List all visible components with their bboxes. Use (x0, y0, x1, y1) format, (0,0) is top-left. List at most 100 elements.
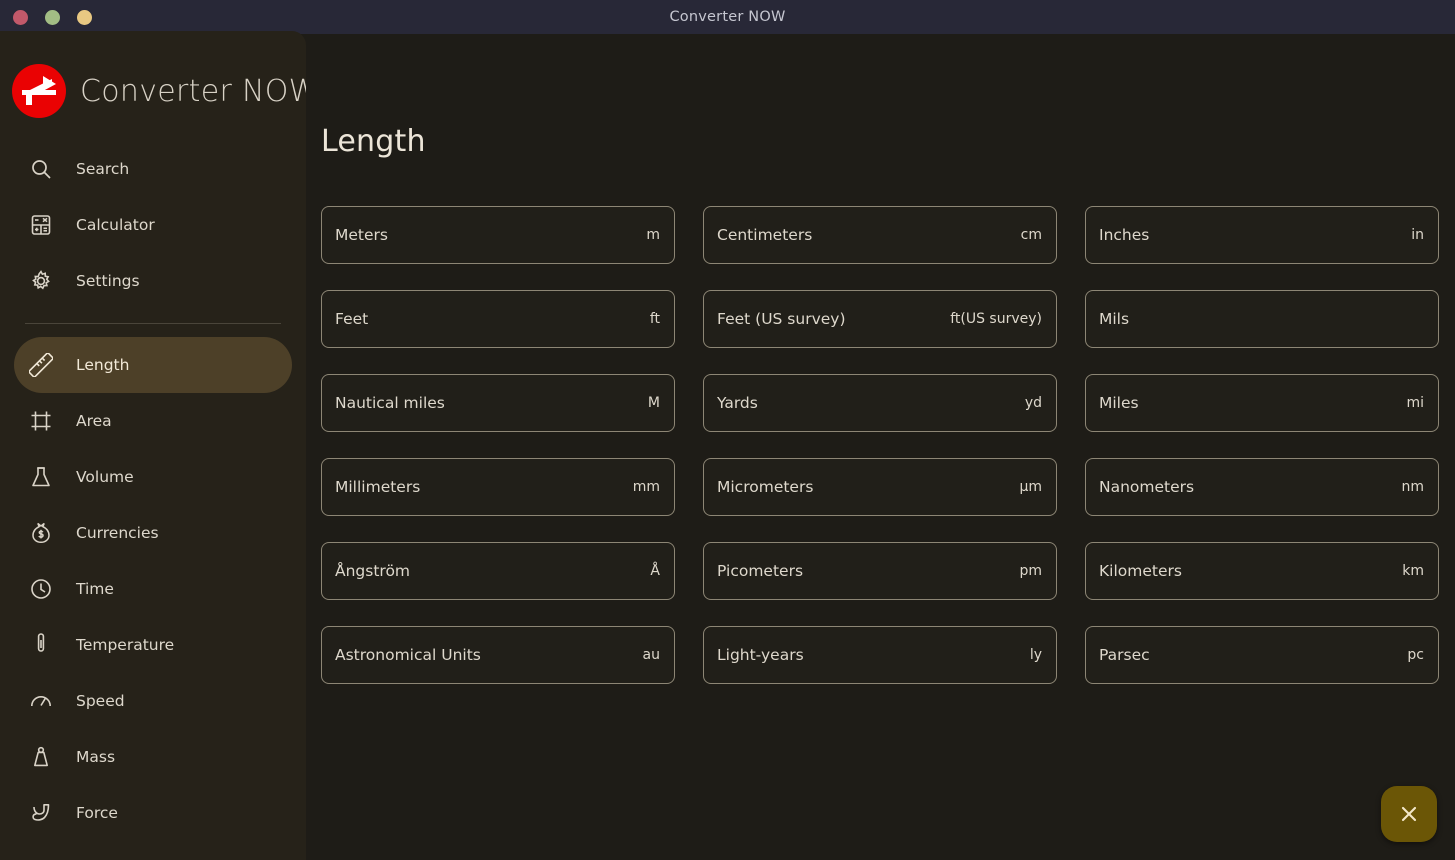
unit-symbol: km (1402, 563, 1424, 579)
sidebar-item-label: Volume (76, 468, 134, 486)
unit-name: Kilometers (1099, 562, 1182, 580)
unit-card-feet-us-survey[interactable]: Feet (US survey) ft(US survey) (703, 290, 1057, 348)
sidebar-divider (25, 323, 281, 324)
unit-name: Yards (717, 394, 758, 412)
sidebar-nav: Search Calculator Settings Length Area V… (0, 123, 306, 860)
sidebar-item-length[interactable]: Length (14, 337, 292, 393)
close-icon (1398, 803, 1420, 825)
unit-card-parsec[interactable]: Parsec pc (1085, 626, 1439, 684)
unit-card-centimeters[interactable]: Centimeters cm (703, 206, 1057, 264)
window-maximize-button[interactable] (77, 9, 92, 25)
unit-card-picometers[interactable]: Picometers pm (703, 542, 1057, 600)
unit-name: Parsec (1099, 646, 1150, 664)
flask-icon (28, 464, 54, 490)
unit-card-angstrom[interactable]: Ångström Å (321, 542, 675, 600)
brand-header: Converter NOW (0, 31, 306, 123)
sidebar-item-label: Calculator (76, 216, 155, 234)
unit-name: Meters (335, 226, 388, 244)
sidebar-item-settings[interactable]: Settings (14, 253, 292, 309)
sidebar-item-currencies[interactable]: Currencies (14, 505, 292, 561)
unit-card-light-years[interactable]: Light-years ly (703, 626, 1057, 684)
unit-symbol: yd (1024, 395, 1042, 411)
sidebar-item-label: Currencies (76, 524, 159, 542)
sidebar-item-label: Mass (76, 748, 116, 766)
unit-name: Ångström (335, 562, 411, 580)
unit-name: Feet (US survey) (717, 310, 846, 328)
unit-card-mils[interactable]: Mils (1085, 290, 1439, 348)
flexed-arm-icon (28, 800, 54, 826)
unit-card-feet[interactable]: Feet ft (321, 290, 675, 348)
unit-card-miles[interactable]: Miles mi (1085, 374, 1439, 432)
unit-card-micrometers[interactable]: Micrometers μm (703, 458, 1057, 516)
unit-card-millimeters[interactable]: Millimeters mm (321, 458, 675, 516)
application-window: Converter NOW Converter NOW Search Calcu… (0, 0, 1455, 860)
unit-symbol: μm (1019, 479, 1042, 495)
unit-symbol: Å (650, 563, 660, 579)
clear-all-button[interactable] (1381, 786, 1437, 842)
window-titlebar: Converter NOW (0, 0, 1455, 34)
speedometer-icon (28, 688, 54, 714)
window-close-button[interactable] (13, 9, 28, 25)
unit-name: Astronomical Units (335, 646, 481, 664)
unit-symbol: ft(US survey) (950, 311, 1042, 327)
window-controls (13, 0, 92, 34)
unit-symbol: pm (1019, 563, 1042, 579)
gear-icon (28, 268, 54, 294)
unit-card-yards[interactable]: Yards yd (703, 374, 1057, 432)
unit-name: Nanometers (1099, 478, 1195, 496)
unit-card-kilometers[interactable]: Kilometers km (1085, 542, 1439, 600)
sidebar-item-area[interactable]: Area (14, 393, 292, 449)
sidebar-item-temperature[interactable]: Temperature (14, 617, 292, 673)
sidebar-item-label: Length (76, 356, 130, 374)
sidebar-item-force[interactable]: Force (14, 785, 292, 841)
sidebar-item-search[interactable]: Search (14, 141, 292, 197)
unit-card-astronomical-units[interactable]: Astronomical Units au (321, 626, 675, 684)
unit-name: Feet (335, 310, 369, 328)
sidebar-item-time[interactable]: Time (14, 561, 292, 617)
sidebar: Converter NOW Search Calculator Settings… (0, 31, 306, 860)
sidebar-item-partial[interactable] (14, 841, 292, 860)
unit-name: Light-years (717, 646, 804, 664)
sidebar-item-label: Search (76, 160, 130, 178)
window-minimize-button[interactable] (45, 9, 60, 25)
sidebar-item-label: Settings (76, 272, 140, 290)
brand-name: Converter NOW (80, 73, 306, 109)
unit-symbol: ly (1029, 647, 1042, 663)
money-bag-icon (28, 520, 54, 546)
sidebar-item-calculator[interactable]: Calculator (14, 197, 292, 253)
unit-card-nanometers[interactable]: Nanometers nm (1085, 458, 1439, 516)
ruler-icon (28, 352, 54, 378)
unit-card-meters[interactable]: Meters m (321, 206, 675, 264)
unit-name: Micrometers (717, 478, 814, 496)
unit-symbol: in (1411, 227, 1424, 243)
sidebar-item-volume[interactable]: Volume (14, 449, 292, 505)
sidebar-item-label: Force (76, 804, 118, 822)
unit-symbol: mi (1406, 395, 1424, 411)
sidebar-item-mass[interactable]: Mass (14, 729, 292, 785)
calculator-icon (28, 212, 54, 238)
unit-symbol: m (646, 227, 660, 243)
area-frame-icon (28, 408, 54, 434)
unit-card-nautical-miles[interactable]: Nautical miles M (321, 374, 675, 432)
sidebar-item-label: Temperature (76, 636, 175, 654)
sidebar-item-label: Time (76, 580, 114, 598)
unit-grid: Meters m Centimeters cm Inches in Feet f… (306, 159, 1455, 684)
thermometer-icon (28, 632, 54, 658)
sidebar-item-label: Area (76, 412, 112, 430)
unit-symbol: M (647, 395, 660, 411)
sidebar-item-label: Speed (76, 692, 125, 710)
clock-icon (28, 576, 54, 602)
unit-symbol: pc (1407, 647, 1424, 663)
weight-icon (28, 744, 54, 770)
sidebar-item-speed[interactable]: Speed (14, 673, 292, 729)
unit-name: Miles (1099, 394, 1139, 412)
unit-name: Nautical miles (335, 394, 445, 412)
converter-now-logo-icon (12, 64, 66, 118)
screen-icon (28, 856, 54, 860)
window-title: Converter NOW (669, 9, 786, 25)
unit-name: Picometers (717, 562, 804, 580)
unit-name: Millimeters (335, 478, 421, 496)
unit-name: Centimeters (717, 226, 813, 244)
unit-name: Inches (1099, 226, 1150, 244)
unit-card-inches[interactable]: Inches in (1085, 206, 1439, 264)
